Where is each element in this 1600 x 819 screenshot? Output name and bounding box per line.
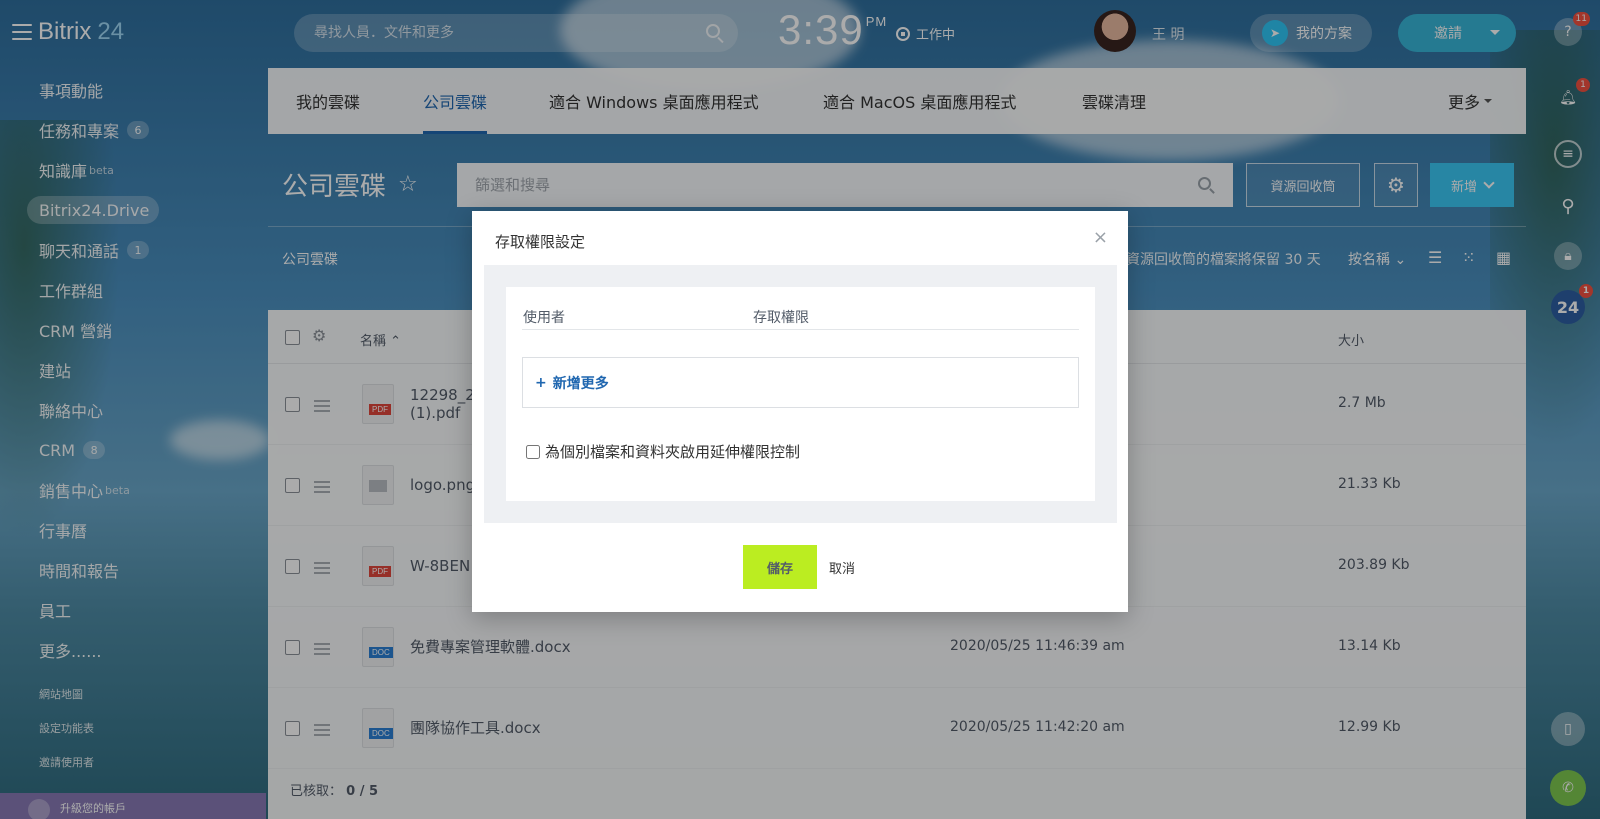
permissions-panel: 使用者 存取權限 + 新增更多 為個別檔案和資料夾啟用延伸權限控制 <box>506 287 1095 501</box>
add-more-button[interactable]: + 新增更多 <box>522 357 1079 408</box>
extended-permissions-checkbox[interactable] <box>526 444 540 459</box>
dialog-body: 使用者 存取權限 + 新增更多 為個別檔案和資料夾啟用延伸權限控制 <box>484 265 1117 523</box>
save-button[interactable]: 儲存 <box>743 545 817 589</box>
access-permissions-dialog: 存取權限設定 × 使用者 存取權限 + 新增更多 為個別檔案和資料夾啟用延伸權限控… <box>472 211 1128 612</box>
cancel-button[interactable]: 取消 <box>829 545 855 589</box>
add-more-label: 新增更多 <box>552 375 609 392</box>
extended-permissions-option[interactable]: 為個別檔案和資料夾啟用延伸權限控制 <box>526 441 800 462</box>
divider <box>522 329 1079 330</box>
dialog-title: 存取權限設定 <box>495 233 586 251</box>
column-user: 使用者 <box>523 310 565 326</box>
close-icon[interactable]: × <box>1093 227 1108 248</box>
plus-icon: + <box>535 374 547 391</box>
column-access: 存取權限 <box>753 310 809 326</box>
extended-permissions-label: 為個別檔案和資料夾啟用延伸權限控制 <box>545 443 801 461</box>
